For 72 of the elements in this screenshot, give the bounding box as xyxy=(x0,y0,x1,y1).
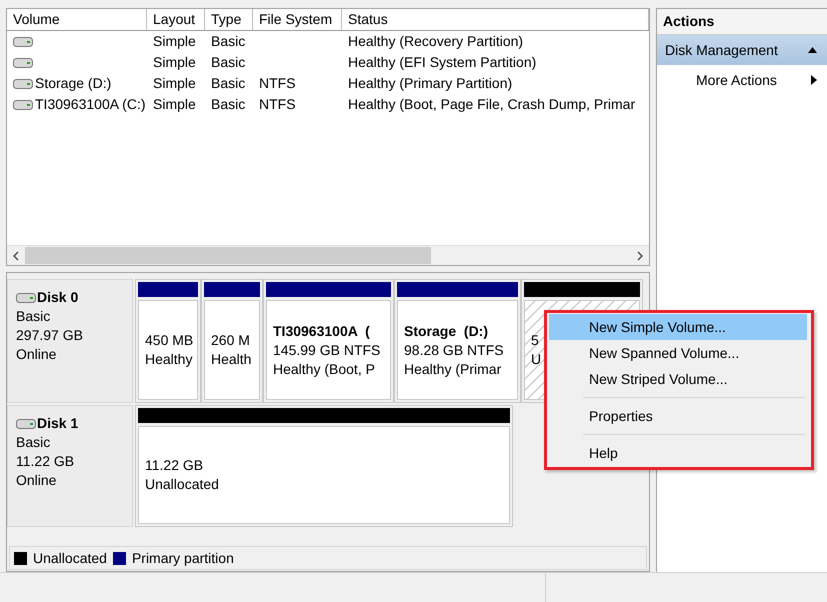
partition-info: 260 M xyxy=(211,331,250,350)
actions-section[interactable]: Disk Management xyxy=(657,35,827,65)
table-cell-text: Simple xyxy=(153,53,196,72)
disk-status: Online xyxy=(16,345,58,364)
column-header[interactable]: Type xyxy=(205,9,253,30)
legend-label: Primary partition xyxy=(132,548,234,568)
table-cell-text: Basic xyxy=(211,53,246,72)
submenu-arrow-icon xyxy=(811,75,817,85)
scroll-thumb[interactable] xyxy=(25,247,431,264)
disk-label-panel[interactable]: Disk 0 Basic 297.97 GB Online xyxy=(7,279,133,403)
column-header[interactable]: Status xyxy=(342,9,649,30)
disk-name: Disk 0 xyxy=(37,288,78,307)
table-cell-text: Basic xyxy=(211,32,246,51)
horizontal-scrollbar[interactable] xyxy=(7,245,649,265)
partition-block[interactable]: 11.22 GB Unallocated xyxy=(138,426,510,524)
disk-type: Basic xyxy=(16,307,52,326)
partition-block[interactable]: 260 M Health xyxy=(204,300,260,400)
drive-icon xyxy=(13,78,33,88)
table-cell-text: TI30963100A (C:) xyxy=(35,95,146,114)
legend-label: Unallocated xyxy=(33,548,107,568)
table-cell-text: Healthy (EFI System Partition) xyxy=(348,53,536,72)
partition-block[interactable]: Storage (D:) 98.28 GB NTFS Healthy (Primar xyxy=(397,300,518,400)
partition-info: Healthy xyxy=(145,350,192,369)
table-cell-text: Healthy (Boot, Page File, Crash Dump, Primar xyxy=(348,95,636,114)
table-cell-text: Healthy (Recovery Partition) xyxy=(348,32,524,51)
table-cell-text: Basic xyxy=(211,74,246,93)
menu-item[interactable]: New Spanned Volume... xyxy=(549,340,807,366)
drive-icon xyxy=(16,418,36,428)
table-cell-text: NTFS xyxy=(259,74,296,93)
disk-status: Online xyxy=(16,471,58,490)
disk-size: 297.97 GB xyxy=(16,326,84,345)
menu-item[interactable]: Properties xyxy=(549,403,807,429)
partition-title: TI30963100A ( xyxy=(273,322,370,340)
column-header[interactable]: Layout xyxy=(147,9,205,30)
partition-info: Healthy (Boot, P xyxy=(273,360,375,378)
column-header[interactable]: File System xyxy=(253,9,342,30)
table-cell-text: Basic xyxy=(211,95,246,114)
partition-info: 5 xyxy=(531,331,539,350)
partition-info: U xyxy=(531,350,542,369)
partition-info: 145.99 GB NTFS xyxy=(273,340,380,360)
table-cell-text: Simple xyxy=(153,74,196,93)
action-item[interactable]: More Actions xyxy=(657,65,827,95)
table-cell-text: NTFS xyxy=(259,95,296,114)
table-cell-text: Healthy (Primary Partition) xyxy=(348,74,512,93)
menu-item[interactable]: Help xyxy=(549,440,807,466)
drive-icon xyxy=(16,292,36,302)
partition-info: 11.22 GB xyxy=(145,456,204,475)
column-header[interactable]: Volume xyxy=(7,9,147,30)
table-cell-text: Storage (D:) xyxy=(35,74,112,93)
disk-name: Disk 1 xyxy=(37,414,78,433)
partition-info: Unallocated xyxy=(145,475,219,494)
partition-info: 450 MB xyxy=(145,331,194,350)
partition-title: Storage (D:) xyxy=(404,322,488,340)
actions-title: Actions xyxy=(657,9,827,35)
partition-block[interactable]: TI30963100A ( 145.99 GB NTFS Healthy (Boot, P xyxy=(266,300,391,400)
menu-item[interactable]: New Striped Volume... xyxy=(549,366,807,392)
table-cell-text: Simple xyxy=(153,95,196,114)
drive-icon xyxy=(13,100,33,110)
table-cell-text: Simple xyxy=(153,32,196,51)
disk-size: 11.22 GB xyxy=(16,452,76,471)
disk-label-panel[interactable]: Disk 1 Basic 11.22 GB Online xyxy=(7,405,133,527)
drive-icon xyxy=(13,36,33,46)
drive-icon xyxy=(13,58,33,68)
disk-type: Basic xyxy=(16,433,52,452)
partition-info: 98.28 GB NTFS xyxy=(404,340,504,360)
partition-bar xyxy=(204,282,260,297)
partition-info: Health xyxy=(211,350,252,369)
menu-item[interactable]: New Simple Volume... xyxy=(549,314,807,340)
partition-bar xyxy=(138,282,198,297)
partition-info: Healthy (Primar xyxy=(404,360,502,378)
partition-block[interactable]: 450 MB Healthy xyxy=(138,300,198,400)
collapse-icon[interactable] xyxy=(808,47,817,53)
